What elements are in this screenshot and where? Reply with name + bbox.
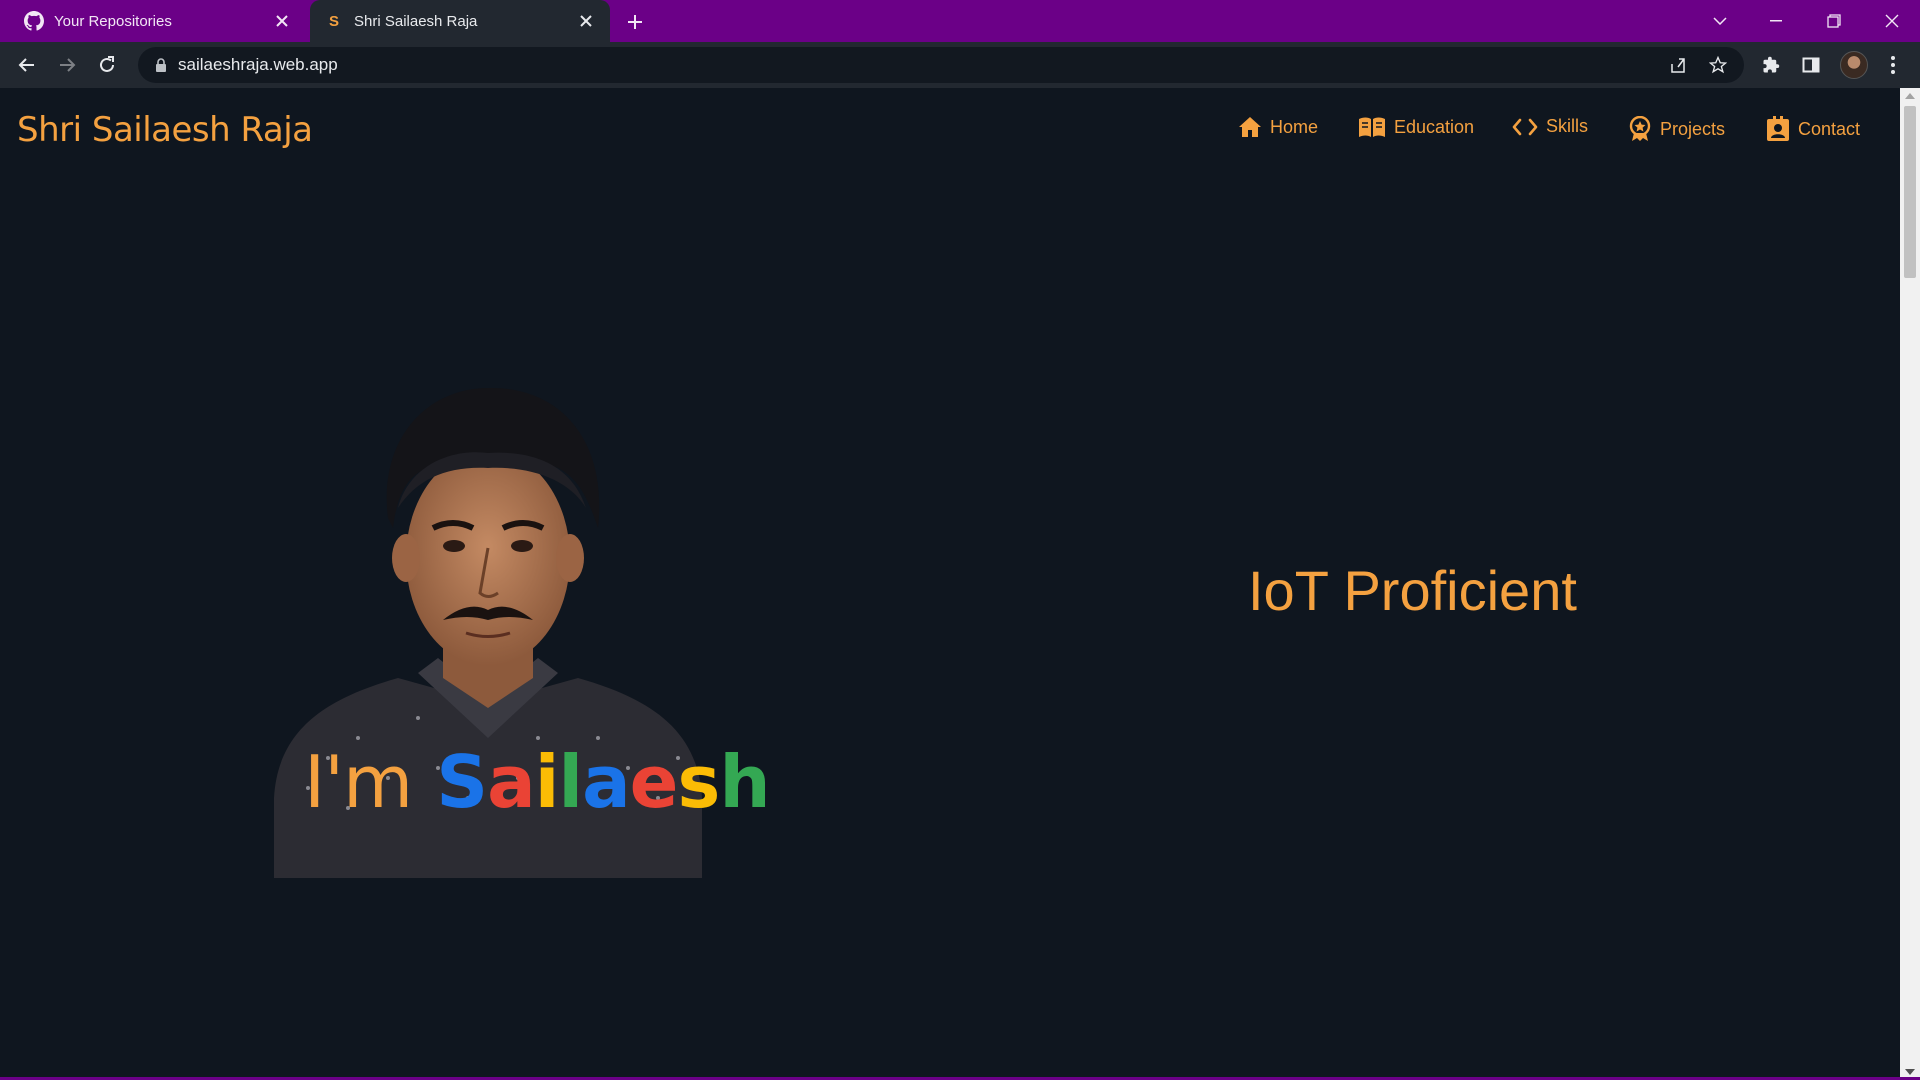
scrollbar-thumb[interactable] — [1904, 106, 1916, 278]
nav-home[interactable]: Home — [1238, 116, 1318, 138]
bookmark-star-icon[interactable] — [1706, 53, 1730, 77]
page-scrollbar[interactable] — [1900, 88, 1920, 1080]
lock-icon[interactable] — [152, 56, 170, 74]
scroll-up-icon[interactable] — [1905, 93, 1915, 99]
address-bar[interactable]: sailaeshraja.web.app — [138, 47, 1744, 83]
back-icon[interactable] — [12, 50, 42, 80]
tab-title: Your Repositories — [54, 12, 172, 30]
github-icon — [24, 11, 44, 31]
nav-label: Skills — [1546, 116, 1589, 136]
new-tab-icon[interactable] — [622, 9, 648, 35]
scroll-down-icon[interactable] — [1905, 1069, 1915, 1075]
restore-icon[interactable] — [1810, 0, 1858, 42]
close-window-icon[interactable] — [1868, 0, 1916, 42]
nav-label: Home — [1270, 116, 1319, 137]
url-text[interactable]: sailaeshraja.web.app — [178, 55, 338, 75]
tab-search-icon[interactable] — [1696, 0, 1744, 42]
extensions-icon[interactable] — [1758, 52, 1784, 78]
nav-education[interactable]: Education — [1358, 116, 1474, 138]
tab-strip: Your Repositories S Shri Sailaesh Raja — [0, 0, 1920, 42]
site-favicon-icon: S — [328, 12, 339, 30]
name-letter: h — [719, 740, 770, 824]
nav-label: Contact — [1798, 118, 1861, 139]
nav-skills[interactable]: Skills — [1512, 116, 1588, 137]
browser-toolbar: sailaeshraja.web.app — [0, 42, 1920, 88]
close-tab-icon[interactable] — [576, 11, 596, 31]
hero-name: Sailaesh — [436, 740, 770, 824]
name-letter: e — [629, 740, 679, 824]
contact-card-icon — [1767, 116, 1789, 141]
book-icon — [1359, 117, 1385, 137]
page-viewport: Shri Sailaesh Raja Home Education Skills… — [0, 88, 1900, 1080]
tab-title: Shri Sailaesh Raja — [354, 12, 478, 30]
name-letter: a — [582, 740, 631, 824]
close-tab-icon[interactable] — [272, 11, 292, 31]
code-icon — [1512, 118, 1538, 135]
name-letter: s — [677, 740, 721, 824]
hero-greeting: I'm Sailaesh — [304, 740, 771, 824]
side-panel-icon[interactable] — [1798, 52, 1824, 78]
nav-projects[interactable]: Projects — [1628, 116, 1725, 142]
name-letter: a — [487, 740, 536, 824]
name-letter: l — [558, 740, 583, 824]
menu-kebab-icon[interactable] — [1880, 52, 1906, 78]
nav-label: Education — [1394, 116, 1475, 137]
tab-your-repositories[interactable]: Your Repositories — [0, 0, 306, 42]
nav-contact[interactable]: Contact — [1766, 116, 1860, 142]
name-letter: i — [534, 740, 560, 824]
greeting-prefix: I'm — [304, 740, 413, 824]
nav-label: Projects — [1660, 118, 1726, 139]
name-letter: S — [436, 740, 488, 824]
site-brand[interactable]: Shri Sailaesh Raja — [17, 110, 313, 150]
minimize-icon[interactable] — [1752, 0, 1800, 42]
tab-shri-sailaesh-raja[interactable]: S Shri Sailaesh Raja — [310, 0, 610, 42]
reload-icon[interactable] — [92, 50, 122, 80]
profile-avatar[interactable] — [1840, 51, 1868, 79]
home-icon — [1239, 117, 1261, 137]
forward-icon[interactable] — [52, 50, 82, 80]
award-icon — [1629, 116, 1651, 141]
hero-role: IoT Proficient — [1248, 559, 1577, 622]
share-icon[interactable] — [1666, 53, 1690, 77]
